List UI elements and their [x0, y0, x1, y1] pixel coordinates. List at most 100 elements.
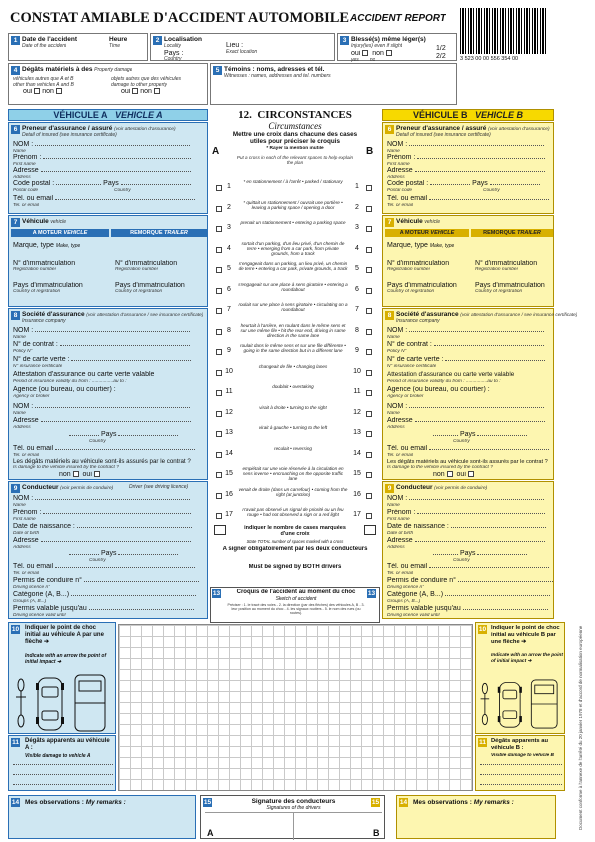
circumstance-b-checkbox[interactable] [366, 431, 372, 437]
vehicle-a-header: VÉHICULE A VEHICLE A [8, 109, 208, 121]
location-label: Localisation [164, 36, 202, 43]
circumstance-row: 2 * quittait un stationnement / ouvrait u… [210, 200, 380, 220]
insured-a-no-checkbox[interactable] [72, 471, 79, 478]
section-14-remarks-a[interactable]: 14 Mes observations : My remarks : [8, 795, 196, 839]
circ-col-b: B [366, 146, 374, 157]
circumstance-text: empiétait sur une voie réservée à la cir… [242, 466, 344, 482]
circumstance-b-checkbox[interactable] [366, 185, 372, 191]
date-label-en: Date of the accident [22, 43, 67, 49]
injuries-yes-checkbox[interactable] [362, 50, 369, 57]
circumstance-text: roulait sur une place à sens giratoire •… [238, 302, 348, 313]
circumstance-b-checkbox[interactable] [366, 390, 372, 396]
circumstance-b-checkbox[interactable] [366, 410, 372, 417]
circumstance-b-checkbox[interactable] [366, 369, 372, 376]
circumstance-text: roulait dans le même sens et sur une fil… [240, 343, 346, 354]
circumstance-a-checkbox[interactable] [216, 308, 222, 314]
section-3-injuries[interactable]: 3 Blessé(s) même léger(s) Injury(ies) eve… [337, 33, 457, 63]
circumstance-a-checkbox[interactable] [216, 246, 222, 253]
circumstance-b-checkbox[interactable] [366, 287, 372, 294]
circumstance-b-checkbox[interactable] [366, 349, 372, 355]
section-15-signatures[interactable]: 15 15 Signature des conducteurs Signatur… [200, 795, 385, 840]
other-vehicles-no-checkbox[interactable] [55, 88, 62, 95]
circumstance-number-b: 8 [355, 326, 359, 334]
circumstance-b-checkbox[interactable] [366, 205, 372, 212]
circumstance-a-checkbox[interactable] [216, 390, 222, 396]
other-objects-no-checkbox[interactable] [153, 88, 160, 95]
insured-a-yes-checkbox[interactable] [93, 471, 100, 478]
section-11-damage-b[interactable]: 11 Dégâts apparents au véhicule B : Visi… [475, 735, 565, 791]
vehicle-silhouettes-a[interactable] [13, 673, 113, 733]
circumstance-b-checkbox[interactable] [366, 308, 372, 314]
circumstance-b-checkbox[interactable] [366, 267, 372, 273]
circumstance-a-checkbox[interactable] [216, 205, 222, 212]
circumstance-number-b: 13 [353, 429, 361, 436]
section-9-driver-a[interactable]: 9 Conducteur (voir permis de conduire) Dr… [8, 481, 208, 619]
section-6-insured-b[interactable]: 6 Preneur d'assurance / assuré (voir atte… [382, 122, 554, 214]
circumstance-text: * en stationnement / à l'arrêt • parked … [243, 179, 343, 184]
sketch-grid[interactable] [118, 624, 473, 791]
section-7-vehicle-b[interactable]: 7 Véhicule vehicle A MOTEUR VEHICLE REMOR… [382, 215, 554, 307]
circumstance-number-a: 15 [225, 470, 233, 477]
section-14-remarks-b[interactable]: 14 Mes observations : My remarks : [396, 795, 556, 839]
circ-number: 12. [238, 109, 252, 121]
insured-b-yes-checkbox[interactable] [467, 471, 474, 478]
section-5-witnesses[interactable]: 5 Témoins : noms, adresses et tél. Witnes… [210, 63, 457, 105]
circumstance-a-checkbox[interactable] [216, 431, 222, 437]
circumstance-number-a: 3 [227, 224, 231, 231]
circumstance-a-checkbox[interactable] [216, 287, 222, 294]
section-10-impact-b[interactable]: 10 Indiquer le point de choc initial au … [475, 622, 565, 734]
circumstance-a-checkbox[interactable] [216, 513, 222, 519]
insured-b-no-checkbox[interactable] [446, 471, 453, 478]
circumstance-text: n'avait pas observé un signal de priorit… [242, 507, 344, 518]
vehicle-silhouettes-b[interactable] [478, 675, 564, 733]
circumstance-a-checkbox[interactable] [216, 185, 222, 191]
injuries-no-checkbox[interactable] [385, 50, 392, 57]
circumstance-number-a: 1 [227, 183, 231, 190]
circumstance-number-b: 17 [353, 511, 361, 518]
circumstance-row: 7 roulait sur une place à sens giratoire … [210, 302, 380, 322]
circumstance-b-checkbox[interactable] [366, 246, 372, 253]
circumstance-a-checkbox[interactable] [216, 410, 222, 417]
section-6-insured-a[interactable]: 6 Preneur d'assurance / assuré (voir atte… [8, 122, 208, 214]
total-label-en: State TOTAL number of spaces marked with… [246, 539, 344, 544]
total-b-box[interactable] [364, 525, 376, 535]
circumstance-a-checkbox[interactable] [216, 349, 222, 355]
circumstance-number-b: 2 [355, 203, 359, 211]
section-4-property-damage[interactable]: 4 Dégâts matériels à des Property damage … [8, 63, 208, 105]
circumstance-a-checkbox[interactable] [216, 226, 222, 232]
injuries-no-label: non [372, 50, 384, 57]
circumstance-b-checkbox[interactable] [366, 513, 372, 519]
circumstance-b-checkbox[interactable] [366, 226, 372, 232]
section-8-insurance-a[interactable]: 8 Société d'assurance (voir attestation d… [8, 308, 208, 480]
circumstance-a-checkbox[interactable] [216, 267, 222, 273]
circumstance-a-checkbox[interactable] [216, 472, 222, 478]
circumstance-a-checkbox[interactable] [216, 451, 222, 458]
witnesses-label-en: Witnesses : names, addresses and tel. nu… [224, 73, 331, 79]
total-a-box[interactable] [214, 525, 226, 535]
circumstance-b-checkbox[interactable] [366, 328, 372, 335]
other-vehicles-yes-checkbox[interactable] [34, 88, 41, 95]
section-11-damage-a[interactable]: 11 Dégâts apparents au véhicule A : Visi… [8, 735, 116, 791]
section-13-sketch-header: 13 13 Croquis de l'accident au moment du… [210, 587, 380, 623]
circumstance-a-checkbox[interactable] [216, 492, 222, 499]
section-10-impact-a[interactable]: 10 Indiquer le point de choc initial au … [8, 622, 116, 734]
other-objects-yes: oui [121, 88, 131, 95]
circumstance-number-b: 6 [355, 285, 359, 293]
barcode [460, 8, 548, 54]
section-9-driver-b[interactable]: 9 Conducteur (voir permis de conduire) NO… [382, 481, 554, 619]
injuries-label: Blessé(s) même léger(s) [351, 36, 426, 43]
circumstance-b-checkbox[interactable] [366, 472, 372, 478]
circumstance-b-checkbox[interactable] [366, 451, 372, 458]
section-1-date[interactable]: 1 Date de l'accident Date of the accident… [8, 33, 148, 61]
circumstance-b-checkbox[interactable] [366, 492, 372, 499]
circumstance-row: 3 prenait un stationnement • entering a p… [210, 220, 380, 240]
other-objects-yes-checkbox[interactable] [132, 88, 139, 95]
section-7-vehicle-a[interactable]: 7 Véhicule vehicle A MOTEUR VEHICLE REMOR… [8, 215, 208, 307]
circumstance-row: 16 venait de droite (dans un carrefour) •… [210, 487, 380, 507]
section-2-location[interactable]: 2 Localisation Locality Pays : Country Li… [150, 33, 335, 62]
property-damage-label: Dégâts matériels à des [22, 66, 93, 73]
circumstance-a-checkbox[interactable] [216, 369, 222, 376]
section-8-insurance-b[interactable]: 8 Société d'assurance (voir attestation d… [382, 308, 577, 480]
circumstance-row: 11 doublait • overtaking 11 [210, 384, 380, 404]
circumstance-a-checkbox[interactable] [216, 328, 222, 335]
